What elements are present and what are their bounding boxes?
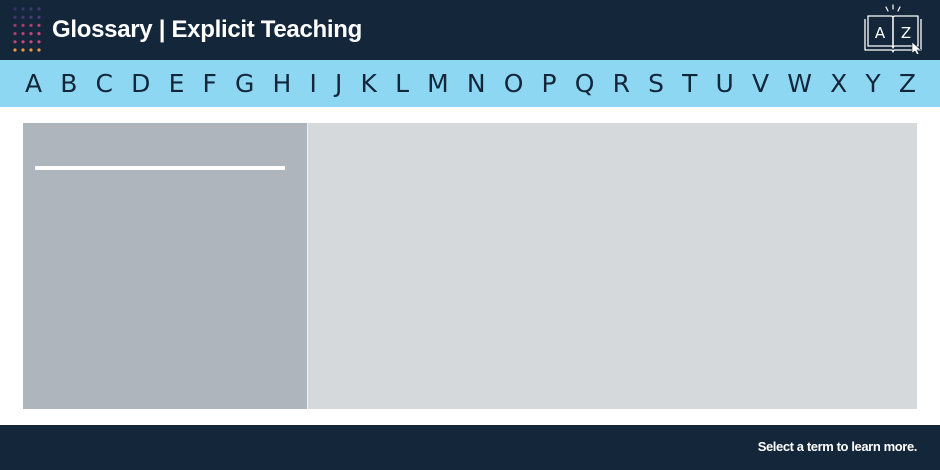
letter-n-button[interactable]: N xyxy=(467,60,486,107)
letter-s-button[interactable]: S xyxy=(648,60,664,107)
letter-a-button[interactable]: A xyxy=(25,60,42,107)
letter-p-button[interactable]: P xyxy=(542,60,557,107)
footer-bar: Select a term to learn more. xyxy=(0,425,940,470)
letter-k-button[interactable]: K xyxy=(361,60,377,107)
header-bar: Glossary | Explicit Teaching A Z xyxy=(0,0,940,61)
az-book-icon[interactable]: A Z xyxy=(862,4,924,54)
term-list-panel xyxy=(23,123,308,409)
footer-hint: Select a term to learn more. xyxy=(757,439,918,454)
content-area xyxy=(23,123,917,409)
dot-grid-logo-icon xyxy=(13,7,41,52)
glossary-app: Glossary | Explicit Teaching A Z ABCDEFG… xyxy=(0,0,940,470)
alphabet-nav: ABCDEFGHIJKLMNOPQRSTUVWXYZ xyxy=(0,60,940,107)
letter-r-button[interactable]: R xyxy=(613,60,630,107)
letter-g-button[interactable]: G xyxy=(235,60,254,107)
letter-d-button[interactable]: D xyxy=(131,60,150,107)
letter-i-button[interactable]: I xyxy=(310,60,317,107)
letter-q-button[interactable]: Q xyxy=(575,60,595,107)
letter-c-button[interactable]: C xyxy=(96,60,113,107)
letter-u-button[interactable]: U xyxy=(716,60,734,107)
letter-b-button[interactable]: B xyxy=(60,60,77,107)
az-letter-a: A xyxy=(875,24,886,42)
letter-m-button[interactable]: M xyxy=(427,60,449,107)
letter-l-button[interactable]: L xyxy=(395,60,409,107)
letter-j-button[interactable]: J xyxy=(335,60,342,107)
letter-y-button[interactable]: Y xyxy=(865,60,880,107)
letter-t-button[interactable]: T xyxy=(682,60,697,107)
page-title: Glossary | Explicit Teaching xyxy=(52,16,362,43)
letter-h-button[interactable]: H xyxy=(273,60,292,107)
letter-w-button[interactable]: W xyxy=(787,60,812,107)
term-list-divider xyxy=(35,166,285,170)
az-letter-z: Z xyxy=(901,24,911,42)
letter-v-button[interactable]: V xyxy=(752,60,769,107)
letter-x-button[interactable]: X xyxy=(830,60,847,107)
letter-z-button[interactable]: Z xyxy=(899,60,916,107)
letter-o-button[interactable]: O xyxy=(504,60,524,107)
definition-panel xyxy=(308,123,917,409)
letter-f-button[interactable]: F xyxy=(203,60,217,107)
letter-e-button[interactable]: E xyxy=(169,60,185,107)
